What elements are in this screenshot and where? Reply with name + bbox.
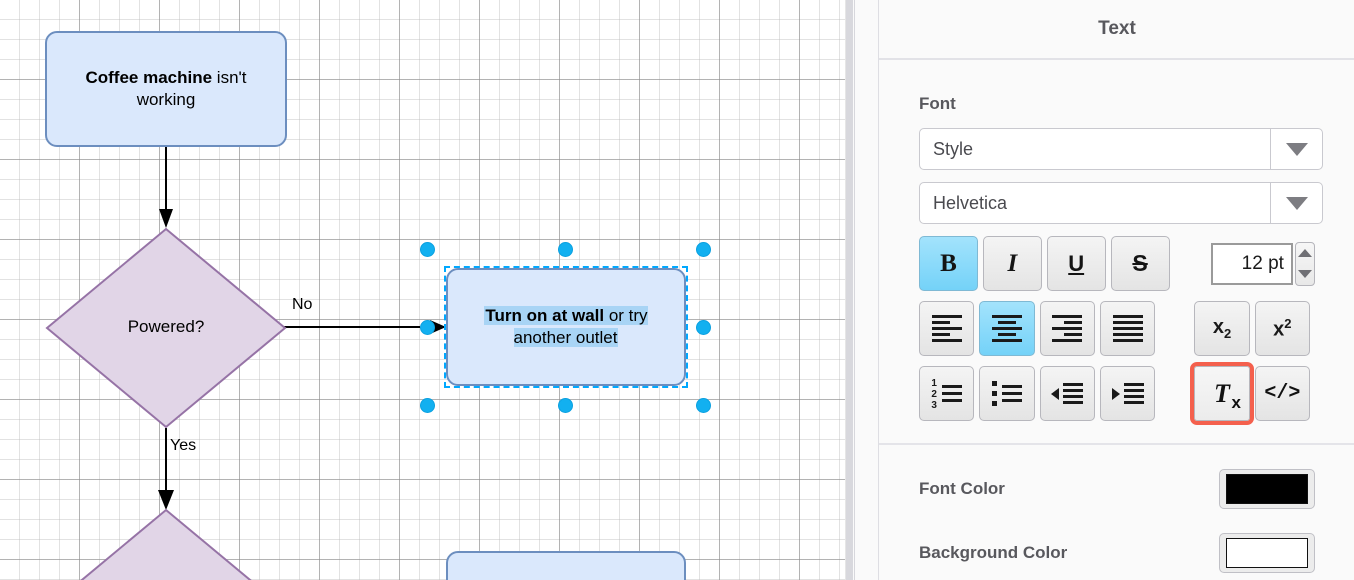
font-size-stepper[interactable] [1294, 241, 1315, 286]
format-panel-header: Text [879, 0, 1354, 60]
bulleted-list-icon [992, 381, 1023, 406]
node-coffee-machine-text: Coffee machine isn't working [57, 67, 275, 111]
stepper-down-icon[interactable] [1297, 270, 1312, 278]
edge-label-yes[interactable]: Yes [170, 437, 196, 455]
node-turn-on-at-wall-text: Turn on at wall or try another outlet [458, 305, 674, 349]
clear-formatting-icon: Tx [1214, 378, 1241, 412]
align-center-button[interactable] [979, 301, 1035, 356]
node-second-decision-shape[interactable] [45, 508, 287, 580]
decrease-indent-button[interactable] [1039, 366, 1096, 421]
diagram-editor-window: Coffee machine isn't working Powered? No… [0, 0, 1354, 580]
arrowhead-start-to-powered [159, 209, 173, 228]
code-brackets-icon: </> [1264, 382, 1301, 405]
background-color-swatch-button[interactable] [1219, 533, 1315, 573]
chevron-down-icon [1285, 142, 1308, 156]
decrease-indent-icon [1051, 383, 1084, 404]
subscript-icon: x2 [1212, 316, 1232, 341]
node-turn-on-at-wall-selected-text: Turn on at wall or try another outlet [484, 306, 648, 347]
panel-divider [879, 443, 1354, 445]
font-style-dropdown-arrow[interactable] [1270, 129, 1322, 169]
selection-handle-bottom-center[interactable] [558, 398, 573, 413]
font-color-row: Font Color [879, 469, 1354, 509]
numbered-list-button[interactable]: 123 [919, 366, 975, 421]
panel-title: Text [1098, 18, 1136, 39]
font-section: Font Style Helvetica B I U S 12 pt x2 x2… [879, 94, 1354, 425]
text-style-button-row: B I U S 12 pt [919, 236, 1315, 291]
selection-handle-bottom-right[interactable] [696, 398, 711, 413]
font-style-value: Style [933, 138, 974, 159]
align-justify-button[interactable] [1100, 301, 1156, 356]
node-powered-label: Powered? [127, 317, 205, 336]
clear-formatting-x: x [1231, 392, 1241, 412]
text-list-button-row: 123 T x </> [919, 362, 1315, 425]
selection-handle-top-right[interactable] [696, 242, 711, 257]
bold-icon: B [940, 249, 957, 277]
subscript-button[interactable]: x2 [1194, 301, 1250, 356]
selection-handle-top-center[interactable] [558, 242, 573, 257]
text-align-button-row: x2 x2 [919, 301, 1315, 356]
selection-handle-middle-right[interactable] [696, 320, 711, 335]
superscript-button[interactable]: x2 [1254, 301, 1311, 356]
format-panel-body: Text Font Style Helvetica B I U S 12 pt … [879, 0, 1354, 580]
superscript-icon: x2 [1273, 315, 1292, 341]
node-second-action[interactable] [446, 551, 686, 580]
node-turn-on-at-wall-bold-text: Turn on at wall [485, 306, 605, 326]
background-color-row: Background Color [879, 533, 1354, 573]
chevron-down-icon [1285, 196, 1308, 210]
strikethrough-icon: S [1132, 250, 1148, 276]
align-center-icon [992, 315, 1023, 342]
font-family-select[interactable]: Helvetica [919, 182, 1323, 224]
font-section-title: Font [919, 94, 956, 113]
align-right-button[interactable] [1039, 301, 1096, 356]
clear-formatting-button[interactable]: Tx [1190, 362, 1254, 425]
numbered-list-icon: 123 [931, 378, 962, 410]
selection-handle-top-left[interactable] [420, 242, 435, 257]
node-coffee-machine[interactable]: Coffee machine isn't working [45, 31, 287, 147]
font-style-select[interactable]: Style [919, 128, 1323, 170]
arrowhead-powered-yes [158, 490, 174, 510]
font-family-dropdown-arrow[interactable] [1270, 183, 1322, 223]
stepper-up-icon[interactable] [1297, 249, 1312, 257]
font-color-label: Font Color [919, 479, 1005, 498]
format-panel: Text Font Style Helvetica B I U S 12 pt … [854, 0, 1354, 580]
node-coffee-machine-bold-text: Coffee machine [85, 68, 213, 88]
increase-indent-icon [1111, 383, 1144, 404]
font-size-input[interactable]: 12 pt [1210, 242, 1293, 285]
node-turn-on-at-wall[interactable]: Turn on at wall or try another outlet [446, 268, 686, 386]
font-family-value: Helvetica [933, 192, 1008, 213]
underline-button[interactable]: U [1046, 236, 1106, 291]
align-left-icon [931, 315, 962, 342]
edit-html-button[interactable]: </> [1254, 366, 1311, 421]
canvas-scrollbar-thumb[interactable] [846, 0, 853, 580]
background-color-label: Background Color [919, 543, 1068, 562]
background-color-swatch [1226, 538, 1308, 568]
selection-handle-middle-left[interactable] [420, 320, 435, 335]
panel-left-strip [855, 0, 879, 580]
italic-button[interactable]: I [982, 236, 1042, 291]
align-justify-icon [1112, 315, 1143, 342]
font-color-swatch-button[interactable] [1219, 469, 1315, 509]
bulleted-list-button[interactable] [979, 366, 1035, 421]
diagram-canvas[interactable]: Coffee machine isn't working Powered? No… [0, 0, 845, 580]
strikethrough-button[interactable]: S [1110, 236, 1170, 291]
bold-button[interactable]: B [919, 236, 978, 291]
selection-handle-bottom-left[interactable] [420, 398, 435, 413]
font-color-swatch [1226, 474, 1308, 504]
increase-indent-button[interactable] [1100, 366, 1156, 421]
italic-icon: I [1007, 249, 1018, 277]
underline-icon: U [1068, 250, 1085, 276]
edge-label-no[interactable]: No [292, 296, 312, 314]
align-left-button[interactable] [919, 301, 975, 356]
align-right-icon [1052, 315, 1083, 342]
